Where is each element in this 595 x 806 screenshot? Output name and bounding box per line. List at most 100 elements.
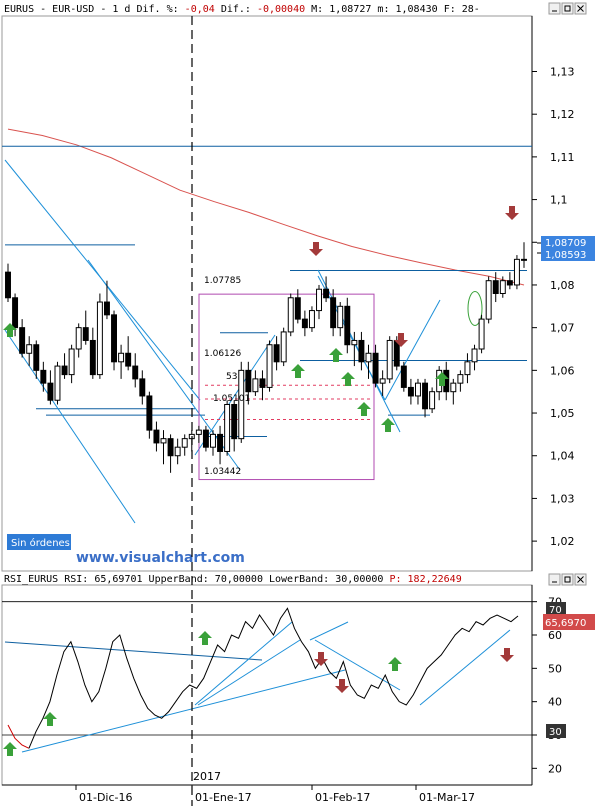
bear-candle <box>40 369 47 384</box>
bull-candle <box>499 280 506 295</box>
rsi-p: 182,22649 <box>408 574 462 585</box>
bull-candle <box>478 318 485 350</box>
bull-candle <box>252 378 259 393</box>
bull-candle <box>379 378 386 384</box>
bull-candle <box>316 288 322 312</box>
rsi-upper-label: UpperBand: <box>149 574 209 585</box>
header-min: 1,08430 <box>396 4 438 15</box>
bear-candle <box>330 297 337 329</box>
price-tick-label: 1,13 <box>550 66 575 79</box>
bull-candle <box>386 339 393 380</box>
header-min-label: m: <box>377 4 389 15</box>
price-tick-label: 1,08 <box>550 279 575 292</box>
rsi-value-badge-text: 65,6970 <box>545 618 586 629</box>
header-symbol: EURUS <box>4 4 34 15</box>
orders-status-text: Sin órdenes <box>11 537 70 549</box>
date-tick-label: 01-Feb-17 <box>315 791 370 804</box>
rsi-name: RSI_EURUS <box>4 574 58 585</box>
header-instrument: EUR-USD <box>52 4 94 15</box>
price-tick-label: 1,03 <box>550 492 575 505</box>
bear-candle <box>5 271 11 299</box>
bull-candle <box>280 331 287 363</box>
bear-candle <box>344 305 351 346</box>
rsi-tick-label: 20 <box>548 762 562 775</box>
header-dif: -0,00040 <box>257 4 305 15</box>
bull-candle <box>224 404 231 452</box>
bear-candle <box>521 258 527 261</box>
bear-candle <box>245 369 252 393</box>
bull-candle <box>96 301 103 376</box>
bear-candle <box>407 386 414 397</box>
rsi-header: RSI_EURUS RSI: 65,69701 UpperBand: 70,00… <box>4 574 462 585</box>
bear-candle <box>202 429 209 448</box>
bear-candle <box>358 339 365 363</box>
fib-level-top: 1.07785 <box>204 276 241 286</box>
rsi-label: RSI: <box>64 574 88 585</box>
rsi-value: 65,69701 <box>94 574 142 585</box>
price-tick-label: 1,07 <box>550 322 575 335</box>
bull-candle <box>471 348 478 363</box>
price-tick-label: 1,11 <box>550 151 575 164</box>
minimize-button[interactable] <box>548 2 561 15</box>
bear-candle <box>132 365 139 380</box>
price-window-buttons <box>548 2 587 15</box>
chart-window: EURUS - EUR-USD - 1 d Dif. %: -0,04 Dif.… <box>0 0 595 806</box>
bear-candle <box>231 404 238 440</box>
rsi-p-label: P: <box>389 574 401 585</box>
price-last-badge-text: 1,08593 <box>545 250 586 261</box>
bull-candle <box>337 305 344 329</box>
bear-candle <box>111 314 118 363</box>
bear-candle <box>82 327 89 341</box>
bear-candle <box>259 378 266 388</box>
bull-candle <box>75 327 82 350</box>
price-tick-label: 1,04 <box>550 450 575 463</box>
bull-candle <box>266 344 273 388</box>
header-period: 1 d <box>112 4 130 15</box>
maximize-button[interactable] <box>561 2 574 15</box>
rsi-window-buttons <box>548 573 587 586</box>
fib-level-53: 53 <box>226 372 237 382</box>
bull-candle <box>210 433 216 448</box>
bull-candle <box>174 446 181 457</box>
bull-candle <box>68 348 75 376</box>
bull-candle <box>238 369 245 440</box>
bull-candle <box>26 344 33 354</box>
rsi-minimize-button[interactable] <box>548 573 561 586</box>
price-tick-label: 1,06 <box>550 364 575 377</box>
price-tick-label: 1,02 <box>550 535 575 548</box>
date-tick-label: 01-Dic-16 <box>79 791 133 804</box>
bear-candle <box>89 339 96 376</box>
price-header: EURUS - EUR-USD - 1 d Dif. %: -0,04 Dif.… <box>4 4 480 15</box>
header-dif-label: Dif.: <box>221 4 251 15</box>
bull-candle <box>195 429 202 435</box>
bear-candle <box>153 429 160 444</box>
bear-candle <box>492 280 499 295</box>
header-date-label: F: <box>444 4 456 15</box>
rsi-tick-label: 40 <box>548 696 562 709</box>
price-tick-label: 1,1 <box>550 194 568 207</box>
svg-text:RSI_EURUS RSI: 65,69701 UpperB: RSI_EURUS RSI: 65,69701 UpperBand: 70,00… <box>4 574 462 585</box>
bull-candle <box>429 391 436 410</box>
date-tick-label: 01-Mar-17 <box>419 791 475 804</box>
bull-candle <box>118 352 125 363</box>
rsi-maximize-button[interactable] <box>561 573 574 586</box>
price-tick-label: 1,12 <box>550 108 575 121</box>
bear-candle <box>12 297 19 329</box>
bull-candle <box>160 438 167 444</box>
rsi-upper: 70,00000 <box>215 574 263 585</box>
bull-candle <box>351 339 358 346</box>
svg-text:EURUS - EUR-USD - 1 d Dif. %:: EURUS - EUR-USD - 1 d Dif. %: -0,04 Dif.… <box>4 4 480 15</box>
bull-candle <box>457 374 464 384</box>
bear-candle <box>103 301 110 316</box>
bull-candle <box>485 280 492 320</box>
bear-candle <box>125 352 132 367</box>
bear-candle <box>506 280 513 286</box>
orders-status[interactable]: Sin órdenes <box>7 534 71 550</box>
bear-candle <box>422 382 429 410</box>
header-max-label: M: <box>311 4 323 15</box>
bear-candle <box>217 433 224 452</box>
bull-candle <box>308 310 315 329</box>
bear-candle <box>167 438 174 457</box>
bull-candle <box>450 382 457 393</box>
price-badges: 1,08709 1,08593 <box>537 236 595 261</box>
